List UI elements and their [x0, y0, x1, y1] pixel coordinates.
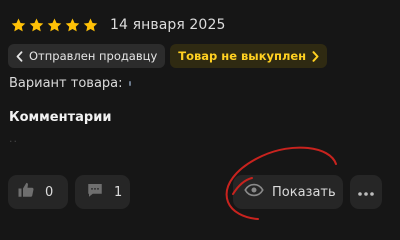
more-options-button[interactable]	[350, 175, 382, 209]
variant-color-swatch	[128, 81, 131, 86]
comments-count: 1	[114, 184, 123, 200]
product-variant-label: Вариант товара:	[9, 76, 123, 91]
thumbs-up-icon	[17, 181, 35, 203]
star-icon	[28, 17, 45, 34]
comment-icon	[86, 181, 104, 203]
review-actions: 0 1 Показать	[0, 175, 400, 211]
review-date: 14 января 2025	[110, 17, 226, 33]
show-button[interactable]: Показать	[233, 175, 343, 209]
more-dots-icon	[358, 185, 374, 200]
chevron-right-icon	[312, 50, 319, 62]
not-bought-badge[interactable]: Товар не выкуплен	[170, 44, 328, 68]
star-icon	[46, 17, 63, 34]
not-bought-label: Товар не выкуплен	[178, 49, 307, 63]
chevron-left-icon	[16, 50, 23, 62]
sent-to-seller-label: Отправлен продавцу	[29, 49, 158, 63]
eye-icon	[244, 183, 264, 201]
comments-heading: Комментарии	[9, 110, 112, 125]
star-icon	[10, 17, 27, 34]
show-button-label: Показать	[272, 184, 336, 200]
status-badges: Отправлен продавцу Товар не выкуплен	[8, 44, 328, 68]
comments-button[interactable]: 1	[75, 175, 130, 209]
star-icon	[82, 17, 99, 34]
comments-placeholder: ··	[9, 135, 18, 148]
product-variant: Вариант товара:	[9, 76, 131, 91]
star-icon	[64, 17, 81, 34]
rating-row: 14 января 2025	[10, 14, 225, 36]
sent-to-seller-badge[interactable]: Отправлен продавцу	[8, 44, 166, 68]
likes-count: 0	[45, 184, 54, 200]
star-rating	[10, 17, 99, 34]
like-button[interactable]: 0	[8, 175, 68, 209]
